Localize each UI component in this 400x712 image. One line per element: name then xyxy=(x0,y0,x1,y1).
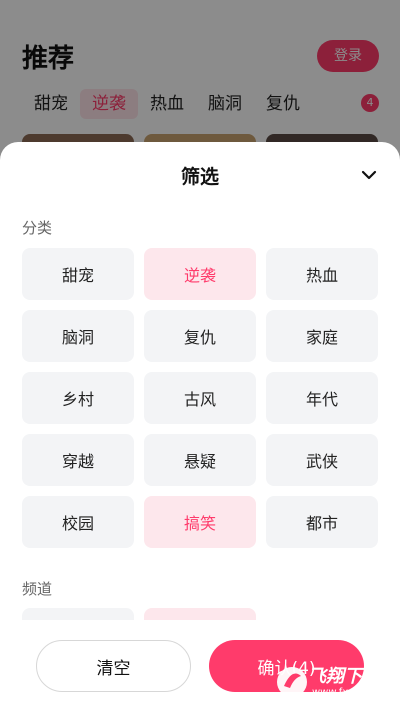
category-chip[interactable]: 脑洞 xyxy=(22,310,134,362)
category-chip[interactable]: 逆袭 xyxy=(144,248,256,300)
filter-sheet: 筛选 分类 甜宠 逆袭 热血 脑洞 复仇 家庭 乡村 古风 年代 穿越 悬疑 武… xyxy=(0,142,400,712)
category-grid: 甜宠 逆袭 热血 脑洞 复仇 家庭 乡村 古风 年代 穿越 悬疑 武侠 校园 搞… xyxy=(22,248,378,548)
category-chip[interactable]: 家庭 xyxy=(266,310,378,362)
category-chip[interactable]: 年代 xyxy=(266,372,378,424)
category-chip[interactable]: 悬疑 xyxy=(144,434,256,486)
category-chip[interactable]: 热血 xyxy=(266,248,378,300)
category-chip[interactable]: 复仇 xyxy=(144,310,256,362)
category-chip[interactable]: 乡村 xyxy=(22,372,134,424)
watermark-text: 飞翔下载 xyxy=(308,666,380,687)
category-chip[interactable]: 甜宠 xyxy=(22,248,134,300)
clear-button[interactable]: 清空 xyxy=(36,640,191,692)
category-section-label: 分类 xyxy=(22,219,53,237)
sheet-title: 筛选 xyxy=(180,166,219,188)
category-chip[interactable]: 搞笑 xyxy=(144,496,256,548)
watermark-url: www.fxxz.com xyxy=(312,687,384,698)
channel-section-label: 频道 xyxy=(22,580,53,598)
category-chip[interactable]: 穿越 xyxy=(22,434,134,486)
category-chip[interactable]: 古风 xyxy=(144,372,256,424)
category-chip[interactable]: 校园 xyxy=(22,496,134,548)
category-chip[interactable]: 都市 xyxy=(266,496,378,548)
category-chip[interactable]: 武侠 xyxy=(266,434,378,486)
chevron-down-icon[interactable] xyxy=(356,162,382,188)
watermark: 飞翔下载 www.fxxz.com xyxy=(274,656,398,708)
